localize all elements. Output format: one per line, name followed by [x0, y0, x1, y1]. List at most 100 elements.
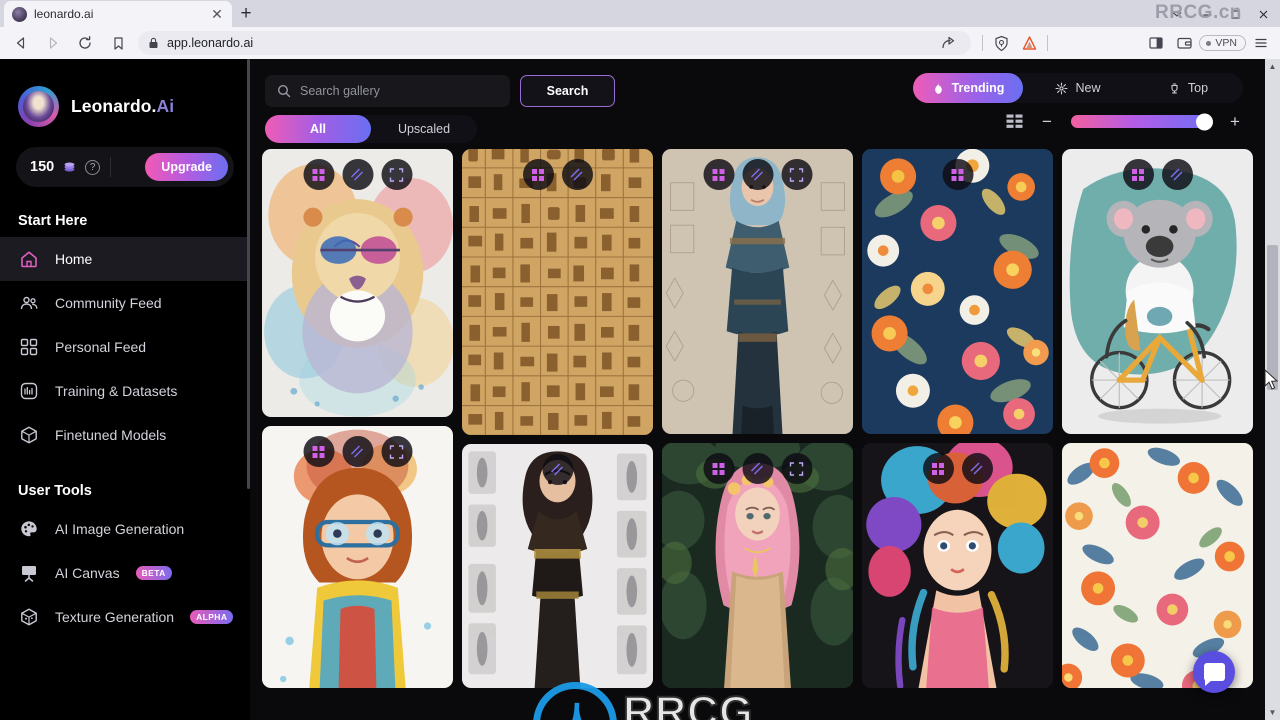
upscale-icon[interactable]: [1122, 159, 1154, 190]
address-bar[interactable]: app.leonardo.ai: [138, 30, 972, 56]
brave-logo-icon[interactable]: [1016, 30, 1042, 56]
sidebar-item-label: Finetuned Models: [55, 427, 167, 443]
sidebar-item-finetuned-models[interactable]: Finetuned Models: [0, 413, 250, 457]
texture-cube-icon: [18, 607, 39, 628]
back-arrow-icon[interactable]: [6, 30, 36, 56]
variation-icon[interactable]: [342, 159, 373, 190]
main-content: Search All Upscaled Trending New: [250, 59, 1265, 720]
blue-hair-warrior-card[interactable]: [662, 149, 853, 434]
zoom-slider[interactable]: [1071, 113, 1213, 130]
forward-arrow-icon[interactable]: [38, 30, 68, 56]
sidebar-panel-icon[interactable]: [1143, 30, 1169, 56]
wallet-icon[interactable]: [1171, 30, 1197, 56]
scrollbar-thumb[interactable]: [1267, 245, 1278, 390]
upgrade-button[interactable]: Upgrade: [145, 153, 228, 181]
credits-amount: 150: [30, 159, 55, 175]
filter-tab-upscaled[interactable]: Upscaled: [371, 115, 477, 143]
sidebar-item-community-feed[interactable]: Community Feed: [0, 281, 250, 325]
variation-icon[interactable]: [961, 453, 993, 484]
browser-tab[interactable]: leonardo.ai ✕: [4, 1, 232, 27]
hieroglyphs-card[interactable]: [462, 149, 653, 435]
upscale-icon[interactable]: [922, 453, 954, 484]
close-icon[interactable]: ✕: [210, 7, 224, 21]
window-controls: [1162, 1, 1280, 27]
sidebar-item-ai-canvas[interactable]: AI Canvas BETA: [0, 551, 250, 595]
expand-icon[interactable]: [381, 159, 412, 190]
flame-icon: [932, 82, 945, 95]
koala-bicycle-card[interactable]: [1062, 149, 1253, 434]
gallery-column: [862, 149, 1053, 688]
sort-tab-trending[interactable]: Trending: [913, 73, 1023, 103]
nav-section-start-here: Start Here: [18, 213, 88, 229]
upscale-icon[interactable]: [522, 159, 554, 190]
floral-light-card[interactable]: [1062, 443, 1253, 688]
share-icon[interactable]: [935, 30, 961, 56]
variation-icon[interactable]: [742, 159, 773, 190]
sidebar-item-label: Home: [55, 251, 93, 267]
sort-label: Trending: [951, 81, 1005, 95]
variation-icon[interactable]: [1161, 159, 1193, 190]
sort-label: New: [1075, 81, 1101, 95]
search-icon: [277, 84, 291, 98]
minimize-button[interactable]: [1194, 2, 1220, 26]
card-artwork: [462, 149, 653, 435]
grid-view-icon[interactable]: [1006, 114, 1023, 129]
search-field-wrapper[interactable]: [265, 75, 510, 107]
card-artwork: [662, 149, 853, 434]
help-circle-icon[interactable]: ?: [85, 159, 101, 175]
nav-section-user-tools: User Tools: [18, 483, 92, 499]
sidebar-item-training-datasets[interactable]: Training & Datasets: [0, 369, 250, 413]
chevron-down-icon[interactable]: [1162, 2, 1192, 26]
vpn-status-dot: [1206, 40, 1212, 46]
hamburger-menu-icon[interactable]: [1248, 30, 1274, 56]
filter-tab-all[interactable]: All: [265, 115, 371, 143]
reload-icon[interactable]: [70, 30, 100, 56]
upscale-icon[interactable]: [942, 159, 973, 190]
sidebar-item-label: Community Feed: [55, 295, 162, 311]
sort-tab-top[interactable]: Top: [1133, 73, 1243, 103]
dark-warrior-card[interactable]: [462, 444, 653, 688]
sidebar-item-personal-feed[interactable]: Personal Feed: [0, 325, 250, 369]
variation-icon[interactable]: [342, 436, 373, 467]
vpn-badge[interactable]: VPN: [1199, 35, 1246, 51]
scroll-down-arrow-icon[interactable]: ▼: [1265, 705, 1280, 720]
page-scrollbar[interactable]: ▲ ▼: [1265, 59, 1280, 720]
chat-bubble-icon[interactable]: [1193, 651, 1235, 693]
search-input[interactable]: [300, 84, 498, 98]
upscale-icon[interactable]: [703, 453, 734, 484]
search-button[interactable]: Search: [520, 75, 615, 107]
gallery-zoom-controls: − +: [1006, 113, 1243, 130]
sidebar-item-texture-generation[interactable]: Texture Generation ALPHA: [0, 595, 250, 639]
upscale-icon[interactable]: [303, 159, 334, 190]
sidebar-item-home[interactable]: Home: [0, 237, 250, 281]
expand-icon[interactable]: [781, 159, 812, 190]
sidebar-item-ai-image-generation[interactable]: AI Image Generation: [0, 507, 250, 551]
colorful-hair-girl-card[interactable]: [862, 443, 1053, 688]
zoom-out-button[interactable]: −: [1039, 113, 1055, 130]
grid-squares-icon: [18, 337, 39, 358]
zoom-in-button[interactable]: +: [1227, 113, 1243, 130]
gallery-grid: [250, 149, 1265, 720]
pink-hair-elf-card[interactable]: [662, 443, 853, 688]
upscale-icon[interactable]: [703, 159, 734, 190]
sort-tab-new[interactable]: New: [1023, 73, 1133, 103]
upscale-icon[interactable]: [303, 436, 334, 467]
credits-divider: [110, 157, 112, 177]
scroll-up-arrow-icon[interactable]: ▲: [1265, 59, 1280, 74]
variation-icon[interactable]: [542, 454, 573, 485]
bookmark-icon[interactable]: [104, 30, 132, 56]
new-tab-button[interactable]: +: [232, 1, 260, 27]
girl-glasses-card[interactable]: [262, 426, 453, 688]
brave-shield-icon[interactable]: [988, 30, 1014, 56]
expand-icon[interactable]: [381, 436, 412, 467]
variation-icon[interactable]: [742, 453, 773, 484]
variation-icon[interactable]: [561, 159, 593, 190]
maximize-button[interactable]: [1222, 2, 1248, 26]
zoom-slider-thumb[interactable]: [1196, 113, 1213, 130]
lion-watercolor-card[interactable]: [262, 149, 453, 417]
browser-toolbar: app.leonardo.ai VPN: [0, 27, 1280, 59]
expand-icon[interactable]: [781, 453, 812, 484]
close-window-button[interactable]: [1250, 2, 1276, 26]
floral-pattern-card[interactable]: [862, 149, 1053, 434]
brand-logo-link[interactable]: Leonardo.Ai: [0, 81, 250, 131]
